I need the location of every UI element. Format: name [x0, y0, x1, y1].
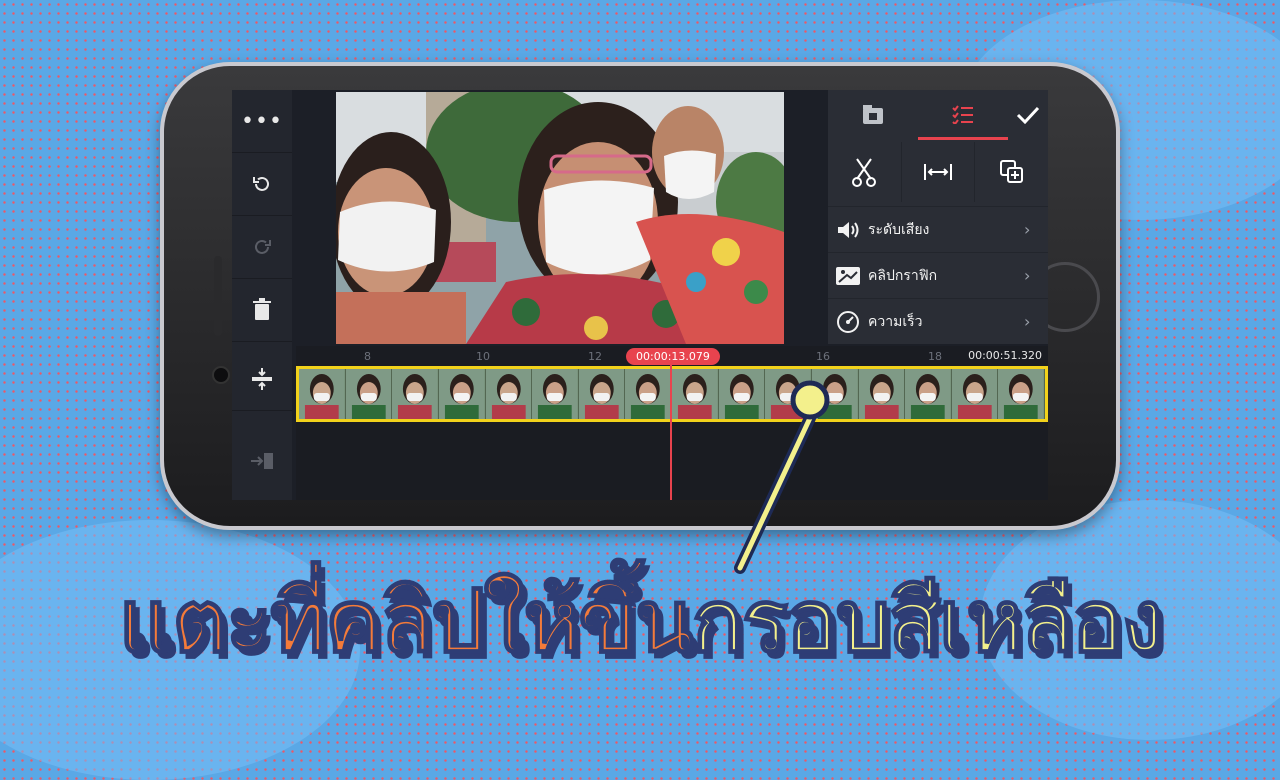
current-time-badge: 00:00:13.079 [626, 348, 720, 365]
jump-to-end-button[interactable] [232, 430, 292, 492]
menu-item-label: คลิปกราฟิก [868, 267, 938, 284]
clip-thumbnail [578, 369, 626, 419]
more-icon: ••• [241, 108, 283, 134]
redo-button[interactable] [232, 216, 292, 279]
check-icon [1016, 106, 1040, 124]
clip-thumbnail [951, 369, 999, 419]
panel-tools [828, 142, 1048, 202]
tab-clip-settings[interactable] [918, 90, 1008, 140]
redo-icon [255, 239, 271, 254]
clip-thumbnail [438, 369, 486, 419]
video-frame-image [336, 92, 784, 344]
clip-options-panel: ระดับเสียง › คลิปกราฟิก › ความเร็ว › [828, 90, 1048, 344]
jump-to-end-icon [251, 453, 273, 469]
clip-thumbnail [392, 369, 439, 419]
menu-item-volume[interactable]: ระดับเสียง › [828, 206, 1048, 252]
caption-part-yellow: กรอบสีเหลือง [691, 571, 1164, 673]
list-settings-icon [952, 104, 973, 124]
pointer-annotation [734, 380, 830, 574]
duplicate-button[interactable] [975, 142, 1048, 202]
menu-item-clip-graphic[interactable]: คลิปกราฟิก › [828, 252, 1048, 298]
split-button[interactable] [828, 142, 902, 202]
chevron-right-icon: › [1024, 220, 1031, 239]
ruler-tick-label: 8 [364, 350, 371, 363]
menu-item-label: ความเร็ว [868, 313, 923, 330]
clip-thumbnail [905, 369, 952, 419]
clip-thumbnail [858, 369, 906, 419]
tab-media[interactable] [828, 90, 918, 140]
playhead[interactable] [670, 356, 672, 500]
chevron-right-icon: › [1024, 266, 1031, 285]
caption-part-orange: แตะที่คลิปให้ขึ้น [118, 571, 695, 673]
menu-item-label: ระดับเสียง [868, 221, 930, 238]
panel-tabs [828, 90, 1048, 140]
speed-icon [828, 310, 868, 334]
scissors-icon [852, 158, 877, 187]
delete-button[interactable] [232, 279, 292, 342]
phone-side-button [214, 256, 222, 336]
confirm-button[interactable] [1008, 90, 1048, 140]
undo-button[interactable] [232, 153, 292, 216]
media-icon [863, 105, 883, 124]
menu-item-speed[interactable]: ความเร็ว › [828, 298, 1048, 344]
track-adjust-icon [252, 368, 272, 390]
volume-icon [828, 220, 868, 240]
clip-thumbnail [625, 369, 672, 419]
undo-icon [253, 176, 269, 191]
video-preview[interactable] [336, 92, 784, 344]
clip-thumbnail [532, 369, 579, 419]
clip-thumbnail [998, 369, 1045, 419]
clip-thumbnail [672, 369, 719, 419]
clip-thumbnail [299, 369, 346, 419]
kinemaster-editor-screen: ••• ระดับเสียง › คลิปกราฟิก › ความเร็ว ›… [232, 90, 1048, 500]
left-toolbar: ••• [232, 90, 292, 500]
ruler-tick-label: 16 [816, 350, 830, 363]
video-clip-selected[interactable] [296, 366, 1048, 422]
phone-camera [212, 366, 230, 384]
clip-thumbnail [345, 369, 393, 419]
caption-text: แตะที่คลิปให้ขึ้นกรอบสีเหลือง [0, 552, 1280, 689]
duplicate-icon [999, 160, 1023, 183]
trash-icon [253, 298, 271, 320]
timeline[interactable]: 8 10 12 14 16 18 00:00:51.320 00:00:13.0… [296, 346, 1048, 500]
ruler-tick-label: 18 [928, 350, 942, 363]
more-button[interactable]: ••• [232, 90, 292, 153]
track-adjust-button[interactable] [232, 348, 292, 411]
clip-thumbnail [485, 369, 533, 419]
ruler-tick-label: 10 [476, 350, 490, 363]
chevron-right-icon: › [1024, 312, 1031, 331]
ruler-tick-label: 12 [588, 350, 602, 363]
trim-icon [924, 164, 952, 180]
total-duration: 00:00:51.320 [968, 349, 1042, 362]
trim-button[interactable] [902, 142, 976, 202]
clip-graphic-icon [828, 266, 868, 286]
